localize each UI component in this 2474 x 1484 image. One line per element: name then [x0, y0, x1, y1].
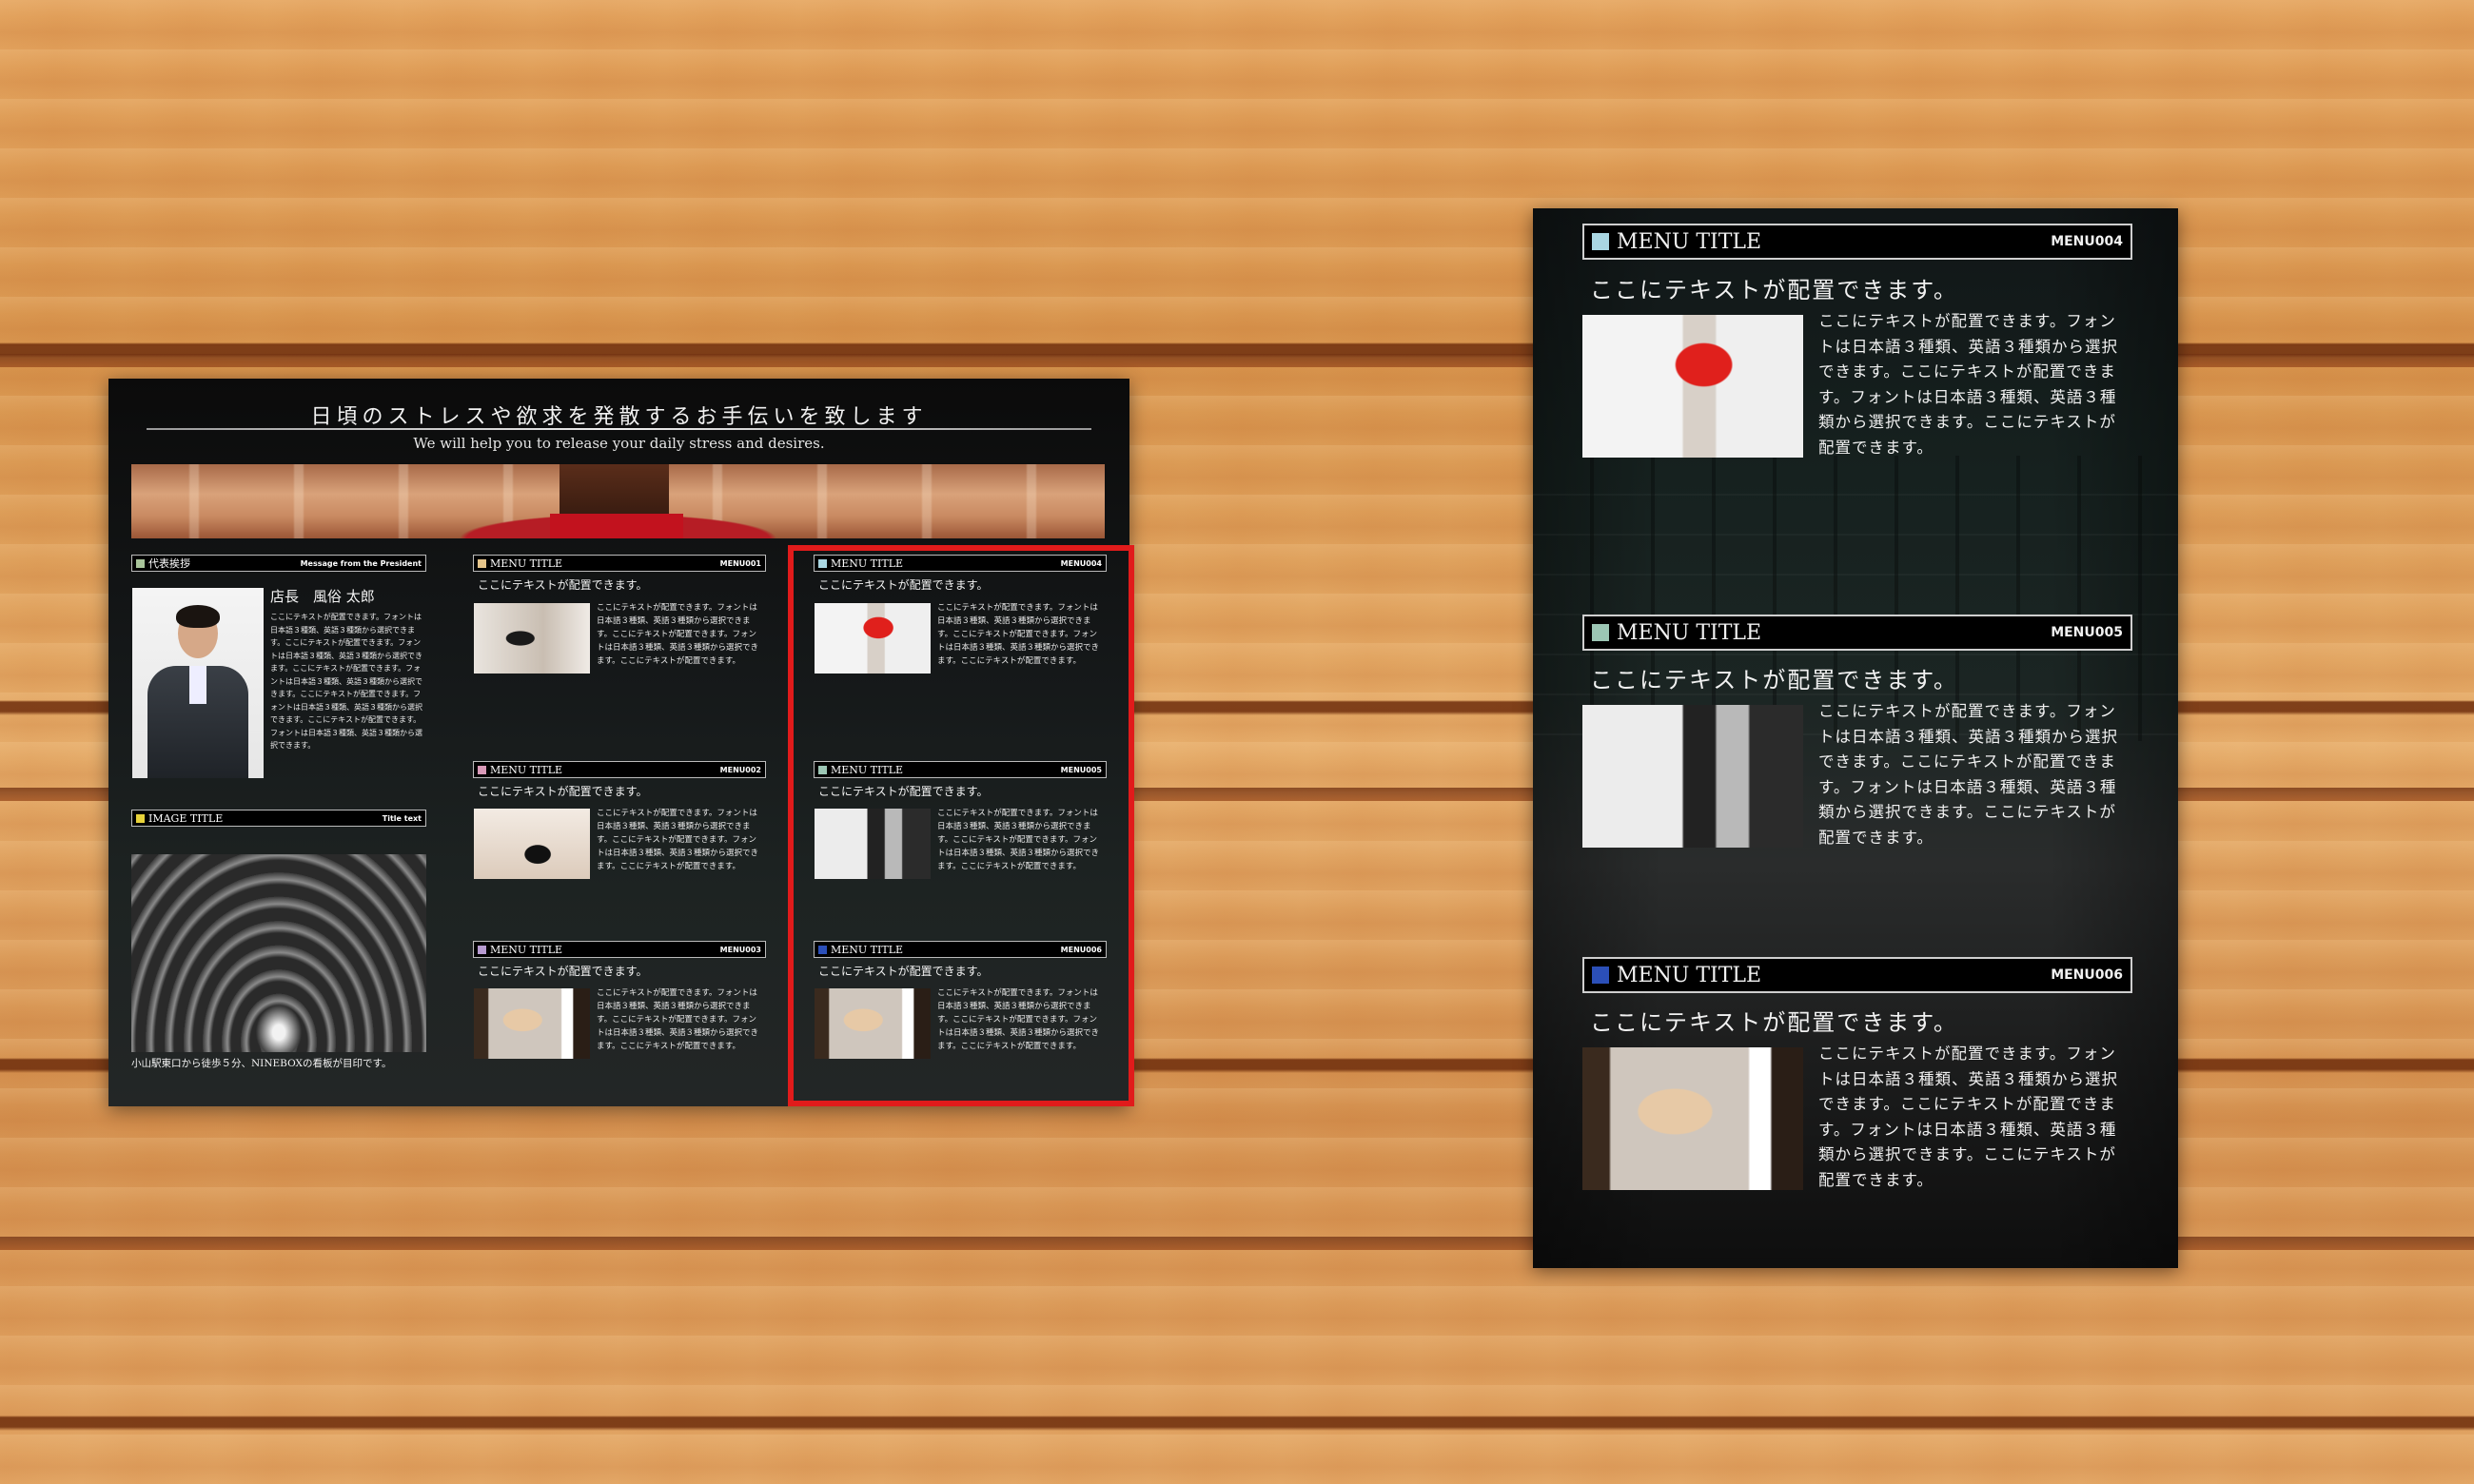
menu-label: MENU TITLE: [490, 943, 563, 956]
menu-header-003: MENU TITLE MENU003: [473, 941, 766, 958]
menu-label: MENU TITLE: [1617, 963, 1762, 987]
menu-subtitle: ここにテキストが配置できます。: [478, 785, 648, 798]
menu-subtitle: ここにテキストが配置できます。: [1590, 277, 1958, 303]
page-subtitle: We will help you to release your daily s…: [413, 435, 825, 452]
menu-body: ここにテキストが配置できます。フォントは日本語３種類、英語３種類から選択できます…: [597, 809, 759, 871]
square-icon: [478, 765, 486, 774]
menu-header-005: MENU TITLE MENU005: [1582, 615, 2132, 651]
square-icon: [136, 558, 145, 568]
menu-code: MENU004: [2051, 234, 2123, 249]
section-right-label: Message from the President: [300, 558, 422, 568]
menu-header-006: MENU TITLE MENU006: [1582, 957, 2132, 993]
menu-subtitle: ここにテキストが配置できます。: [1590, 667, 1958, 693]
menu-photo: [1582, 705, 1803, 848]
menu-label: MENU TITLE: [1617, 620, 1762, 645]
menu-body: ここにテキストが配置できます。フォントは日本語３種類、英語３種類から選択できます…: [1818, 312, 2118, 457]
background-shelves: [1533, 456, 2178, 741]
menu-header-001: MENU TITLE MENU001: [473, 555, 766, 572]
zoomed-detail-page[interactable]: MENU TITLE MENU004 ここにテキストが配置できます。 ここにテキ…: [1533, 208, 2178, 1268]
menu-photo: [1582, 1047, 1803, 1190]
square-icon: [1592, 233, 1609, 250]
menu-photo: [1582, 315, 1803, 458]
menu-header-004: MENU TITLE MENU004: [1582, 224, 2132, 260]
square-icon: [478, 945, 486, 954]
arch-tunnel-image: [131, 854, 426, 1052]
section-label: 代表挨拶: [148, 557, 190, 570]
menu-subtitle: ここにテキストが配置できます。: [1590, 1009, 1958, 1036]
square-icon: [478, 558, 486, 568]
image-section-header: IMAGE TITLE Title text: [131, 810, 426, 827]
menu-photo: [474, 809, 590, 879]
president-photo: [132, 588, 264, 778]
president-name: 店長 風俗 太郎: [270, 588, 375, 605]
selection-highlight-frame[interactable]: [788, 545, 1134, 1106]
menu-header-002: MENU TITLE MENU002: [473, 761, 766, 778]
menu-code: MENU003: [719, 945, 761, 954]
menu-code: MENU006: [2051, 967, 2123, 983]
president-message: ここにテキストが配置できます。フォントは日本語３種類、英語３種類から選択できます…: [270, 613, 422, 750]
section-right-label: Title text: [382, 813, 422, 823]
menu-body: ここにテキストが配置できます。フォントは日本語３種類、英語３種類から選択できます…: [597, 603, 759, 666]
square-icon: [136, 813, 145, 823]
menu-code: MENU005: [2051, 625, 2123, 640]
menu-photo: [474, 603, 590, 674]
menu-label: MENU TITLE: [490, 556, 563, 570]
menu-subtitle: ここにテキストが配置できます。: [478, 578, 648, 592]
section-label: IMAGE TITLE: [148, 811, 224, 825]
title-divider: [147, 428, 1091, 430]
square-icon: [1592, 967, 1609, 984]
menu-subtitle: ここにテキストが配置できます。: [478, 965, 648, 978]
page-title: 日頃のストレスや欲求を発散するお手伝いを致します: [310, 405, 928, 429]
menu-photo: [474, 988, 590, 1059]
president-section-header: 代表挨拶 Message from the President: [131, 555, 426, 572]
menu-body: ここにテキストが配置できます。フォントは日本語３種類、英語３種類から選択できます…: [1818, 702, 2118, 847]
menu-body: ここにテキストが配置できます。フォントは日本語３種類、英語３種類から選択できます…: [1818, 1045, 2118, 1189]
image-caption: 小山駅東口から徒歩５分、NINEBOXの看板が目印です。: [131, 1058, 392, 1069]
hero-banner-image: [131, 464, 1105, 538]
menu-body: ここにテキストが配置できます。フォントは日本語３種類、英語３種類から選択できます…: [597, 988, 759, 1051]
menu-label: MENU TITLE: [1617, 229, 1762, 254]
menu-code: MENU001: [719, 558, 761, 568]
banner-carpet: [550, 514, 683, 538]
menu-label: MENU TITLE: [490, 763, 563, 776]
menu-code: MENU002: [719, 765, 761, 774]
square-icon: [1592, 624, 1609, 641]
